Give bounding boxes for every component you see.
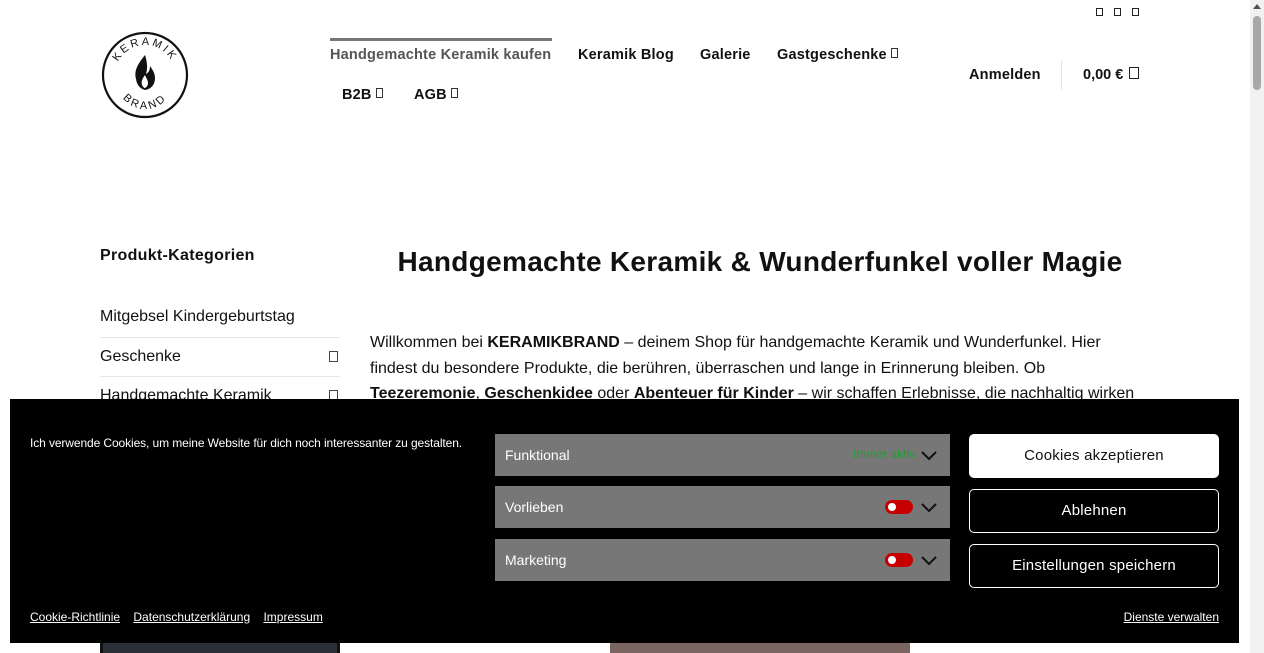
manage-services-link[interactable]: Dienste verwalten	[1124, 610, 1219, 624]
nav-item-keramik-kaufen[interactable]: Handgemachte Keramik kaufen	[330, 47, 551, 63]
cart-icon	[1129, 67, 1140, 80]
cart-link[interactable]: 0,00 €	[1083, 67, 1140, 83]
privacy-link[interactable]: Datenschutzerklärung	[133, 610, 250, 624]
intro-brand: KERAMIKBRAND	[487, 334, 620, 351]
cookie-banner: Ich verwende Cookies, um meine Website f…	[10, 399, 1239, 643]
social-icon[interactable]	[1096, 8, 1103, 16]
nav-label: AGB	[414, 87, 447, 103]
cookie-links: Cookie-Richtlinie Datenschutzerklärung I…	[30, 610, 333, 624]
cookie-category-name: Marketing	[505, 552, 567, 568]
page-headline: Handgemachte Keramik & Wunderfunkel voll…	[397, 246, 1123, 277]
site-logo[interactable]: KERAMIK BRAND	[101, 31, 189, 119]
cart-total: 0,00 €	[1083, 67, 1124, 83]
intro-text: Willkommen bei	[370, 334, 488, 351]
cookie-category-name: Funktional	[505, 447, 570, 463]
category-label: Geschenke	[100, 348, 181, 365]
marketing-toggle[interactable]	[885, 553, 913, 567]
nav-item-gastgeschenke[interactable]: Gastgeschenke	[777, 47, 898, 63]
save-preferences-button[interactable]: Einstellungen speichern	[969, 544, 1219, 588]
page-scrollbar[interactable]	[1250, 0, 1264, 653]
intro-paragraph: Willkommen bei KERAMIKBRAND – deinem Sho…	[370, 330, 1150, 407]
imprint-link[interactable]: Impressum	[263, 610, 322, 624]
chevron-down-icon	[890, 48, 898, 59]
login-link[interactable]: Anmelden	[969, 67, 1041, 83]
deny-cookies-button[interactable]: Ablehnen	[969, 489, 1219, 533]
active-nav-indicator	[330, 38, 552, 41]
header-divider	[1061, 60, 1062, 90]
expand-icon[interactable]	[329, 351, 338, 362]
category-label: Mitgebsel Kindergeburtstag	[100, 308, 295, 325]
cookie-category-funktional[interactable]: Funktional Immer aktiv	[495, 434, 950, 476]
chevron-down-icon	[450, 88, 458, 99]
nav-item-agb[interactable]: AGB	[414, 87, 458, 103]
nav-item-b2b[interactable]: B2B	[342, 87, 383, 103]
vorlieben-toggle[interactable]	[885, 500, 913, 514]
social-icon[interactable]	[1114, 8, 1121, 16]
chevron-down-icon[interactable]	[920, 498, 938, 516]
category-item[interactable]: Geschenke	[100, 338, 340, 377]
sidebar-title: Produkt-Kategorien	[100, 247, 255, 264]
cookie-category-marketing[interactable]: Marketing	[495, 539, 950, 581]
top-social-icons	[1096, 8, 1139, 16]
scroll-thumb[interactable]	[1253, 16, 1261, 90]
cookie-policy-link[interactable]: Cookie-Richtlinie	[30, 610, 120, 624]
cookie-category-name: Vorlieben	[505, 499, 564, 515]
cookie-category-vorlieben[interactable]: Vorlieben	[495, 486, 950, 528]
chevron-down-icon[interactable]	[920, 551, 938, 569]
social-icon[interactable]	[1132, 8, 1139, 16]
nav-item-galerie[interactable]: Galerie	[700, 47, 751, 63]
always-active-label: Immer aktiv	[852, 447, 915, 461]
scroll-up-icon[interactable]	[1253, 4, 1261, 9]
nav-label: B2B	[342, 87, 372, 103]
nav-label: Gastgeschenke	[777, 47, 887, 63]
cookie-message: Ich verwende Cookies, um meine Website f…	[30, 436, 463, 450]
nav-item-blog[interactable]: Keramik Blog	[578, 47, 674, 63]
chevron-down-icon	[375, 88, 383, 99]
category-item[interactable]: Mitgebsel Kindergeburtstag	[100, 297, 340, 338]
logo-bottom-text: BRAND	[121, 92, 170, 112]
chevron-down-icon[interactable]	[920, 446, 938, 464]
accept-cookies-button[interactable]: Cookies akzeptieren	[969, 434, 1219, 478]
page: KERAMIK BRAND Handgemachte Keramik kaufe…	[0, 0, 1250, 653]
